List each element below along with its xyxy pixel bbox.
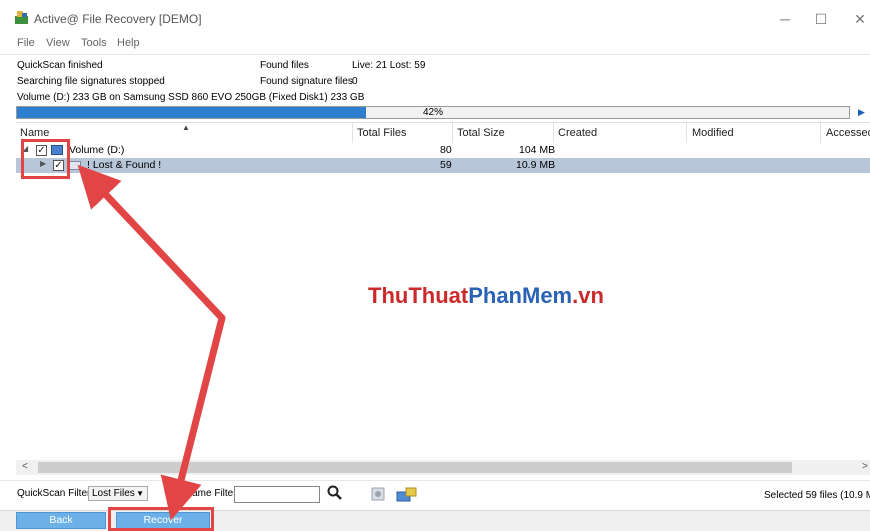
signature-state-text: Searching file signatures stopped: [17, 76, 165, 87]
scan-progress-bar: 42%: [16, 106, 850, 119]
table-row-lost-found[interactable]: ▶ ✓ ! Lost & Found ! 59 10.9 MB: [16, 158, 870, 173]
table-row-volume[interactable]: ◢ ✓ Volume (D:) 80 104 MB: [16, 143, 870, 158]
found-files-label: Found files: [260, 60, 309, 71]
scan-info-panel: QuickScan finished Searching file signat…: [0, 54, 870, 106]
folder-icon: [69, 161, 81, 170]
scan-state-text: QuickScan finished: [17, 60, 103, 71]
selected-summary: Selected 59 files (10.9 MB): [764, 490, 870, 501]
scrollbar-thumb[interactable]: [38, 462, 792, 473]
column-name[interactable]: Name: [20, 127, 49, 139]
menu-help[interactable]: Help: [117, 37, 140, 49]
quickscan-filter-value: Lost Files: [92, 488, 135, 499]
checkbox-highlight-box: [21, 139, 70, 179]
title-bar: Active@ File Recovery [DEMO] ─ ☐ ✕: [0, 0, 870, 36]
row-total-files: 80: [440, 144, 452, 156]
column-created[interactable]: Created: [558, 127, 597, 139]
row-total-size: 10.9 MB: [516, 159, 556, 171]
maximize-button[interactable]: ☐: [806, 8, 836, 30]
column-separator[interactable]: [452, 123, 453, 143]
window-title: Active@ File Recovery [DEMO]: [34, 12, 202, 26]
column-total-files[interactable]: Total Files: [357, 127, 407, 139]
column-separator[interactable]: [553, 123, 554, 143]
menu-view[interactable]: View: [46, 37, 70, 49]
watermark-part1: ThuThuat: [368, 283, 469, 308]
column-separator[interactable]: [820, 123, 821, 143]
quickscan-filter-select[interactable]: Lost Files ▼: [88, 486, 148, 501]
recover-highlight-box: [108, 507, 214, 531]
quickscan-filter-label: QuickScan Filter:: [17, 488, 94, 499]
watermark: ThuThuatPhanMem.vn: [368, 283, 604, 309]
watermark-part2: PhanMem: [468, 283, 573, 308]
horizontal-scrollbar[interactable]: < >: [16, 460, 870, 475]
file-name-filter-label: File Name Filter:: [166, 488, 240, 499]
search-icon[interactable]: [326, 484, 344, 502]
found-signature-value: 0: [352, 76, 358, 87]
row-total-size: 104 MB: [519, 144, 556, 156]
row-name: Volume (D:): [69, 144, 125, 156]
scroll-right-icon[interactable]: >: [862, 461, 868, 472]
column-accessed[interactable]: Accessed/: [826, 127, 870, 139]
menu-tools[interactable]: Tools: [81, 37, 107, 49]
app-icon: [15, 11, 28, 24]
close-button[interactable]: ✕: [845, 8, 870, 30]
preview-icon[interactable]: [368, 485, 390, 503]
sort-ascending-icon: ▲: [182, 123, 190, 132]
row-total-files: 59: [440, 159, 452, 171]
dropdown-arrow-icon: ▼: [136, 489, 144, 498]
file-name-filter-input[interactable]: [234, 486, 320, 503]
scroll-left-icon[interactable]: <: [22, 461, 28, 472]
column-separator[interactable]: [352, 123, 353, 143]
found-signature-label: Found signature files: [260, 76, 353, 87]
scroll-right-icon[interactable]: ▶: [858, 107, 865, 118]
progress-percent: 42%: [422, 107, 443, 118]
found-files-value: Live: 21 Lost: 59: [352, 60, 426, 71]
column-modified[interactable]: Modified: [692, 127, 734, 139]
back-button[interactable]: Back: [16, 512, 106, 529]
recover-folder-icon[interactable]: [396, 485, 418, 503]
watermark-part3: .vn: [572, 283, 604, 308]
column-separator[interactable]: [686, 123, 687, 143]
row-name: ! Lost & Found !: [87, 159, 162, 171]
menu-bar: File View Tools Help: [0, 34, 870, 54]
menu-file[interactable]: File: [17, 37, 35, 49]
minimize-button[interactable]: ─: [770, 8, 800, 30]
column-total-size[interactable]: Total Size: [457, 127, 505, 139]
volume-info-text: Volume (D:) 233 GB on Samsung SSD 860 EV…: [17, 92, 365, 103]
